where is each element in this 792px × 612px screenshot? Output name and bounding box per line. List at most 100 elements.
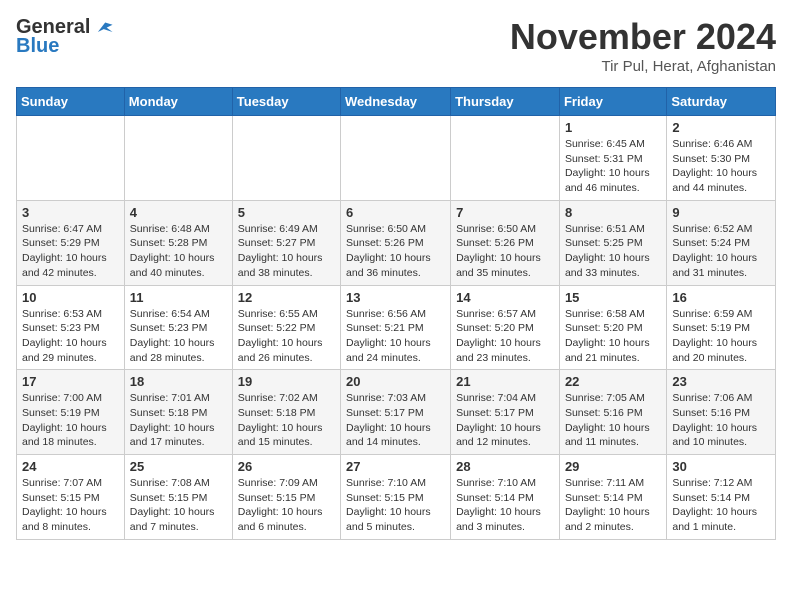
day-info: Sunrise: 7:02 AM Sunset: 5:18 PM Dayligh… xyxy=(238,391,335,450)
day-cell: 16Sunrise: 6:59 AM Sunset: 5:19 PM Dayli… xyxy=(667,285,776,370)
day-number: 30 xyxy=(672,459,770,474)
day-cell: 29 Sunrise: 7:11 AM Sunset: 5:14 PM Dayli… xyxy=(559,455,666,540)
day-number: 11 xyxy=(130,290,227,305)
day-cell xyxy=(17,116,125,201)
weekday-header-monday: Monday xyxy=(124,88,232,116)
day-number: 17 xyxy=(22,374,119,389)
day-number: 22 xyxy=(565,374,661,389)
day-cell: 12 Sunrise: 6:55 AM Sunset: 5:22 PM Dayli… xyxy=(232,285,340,370)
day-cell: 17 Sunrise: 7:00 AM Sunset: 5:19 PM Dayli… xyxy=(17,370,125,455)
month-title: November 2024 xyxy=(510,16,776,58)
day-info: Sunrise: 7:10 AM Sunset: 5:14 PM Dayligh… xyxy=(456,476,554,535)
day-cell: 18 Sunrise: 7:01 AM Sunset: 5:18 PM Dayli… xyxy=(124,370,232,455)
day-cell: 4 Sunrise: 6:48 AM Sunset: 5:28 PM Daylig… xyxy=(124,200,232,285)
day-cell: 8 Sunrise: 6:51 AM Sunset: 5:25 PM Daylig… xyxy=(559,200,666,285)
day-info: Sunrise: 6:58 AM Sunset: 5:20 PM Dayligh… xyxy=(565,307,661,366)
day-info: Sunrise: 7:04 AM Sunset: 5:17 PM Dayligh… xyxy=(456,391,554,450)
weekday-header-friday: Friday xyxy=(559,88,666,116)
day-cell: 24 Sunrise: 7:07 AM Sunset: 5:15 PM Dayli… xyxy=(17,455,125,540)
day-cell: 13 Sunrise: 6:56 AM Sunset: 5:21 PM Dayli… xyxy=(341,285,451,370)
weekday-header-tuesday: Tuesday xyxy=(232,88,340,116)
day-number: 7 xyxy=(456,205,554,220)
day-number: 13 xyxy=(346,290,445,305)
day-cell: 25 Sunrise: 7:08 AM Sunset: 5:15 PM Dayli… xyxy=(124,455,232,540)
day-cell: 26 Sunrise: 7:09 AM Sunset: 5:15 PM Dayli… xyxy=(232,455,340,540)
calendar-table: SundayMondayTuesdayWednesdayThursdayFrid… xyxy=(16,87,776,540)
day-info: Sunrise: 6:53 AM Sunset: 5:23 PM Dayligh… xyxy=(22,307,119,366)
day-info: Sunrise: 6:51 AM Sunset: 5:25 PM Dayligh… xyxy=(565,222,661,281)
day-number: 28 xyxy=(456,459,554,474)
day-number: 1 xyxy=(565,120,661,135)
day-number: 14 xyxy=(456,290,554,305)
day-number: 9 xyxy=(672,205,770,220)
day-cell: 9 Sunrise: 6:52 AM Sunset: 5:24 PM Daylig… xyxy=(667,200,776,285)
day-number: 12 xyxy=(238,290,335,305)
day-info: Sunrise: 6:49 AM Sunset: 5:27 PM Dayligh… xyxy=(238,222,335,281)
day-info: Sunrise: 6:47 AM Sunset: 5:29 PM Dayligh… xyxy=(22,222,119,281)
day-info: Sunrise: 7:00 AM Sunset: 5:19 PM Dayligh… xyxy=(22,391,119,450)
day-number: 3 xyxy=(22,205,119,220)
day-cell: 3 Sunrise: 6:47 AM Sunset: 5:29 PM Daylig… xyxy=(17,200,125,285)
day-cell xyxy=(232,116,340,201)
day-cell xyxy=(451,116,560,201)
day-cell: 19 Sunrise: 7:02 AM Sunset: 5:18 PM Dayli… xyxy=(232,370,340,455)
day-cell: 1 Sunrise: 6:45 AM Sunset: 5:31 PM Daylig… xyxy=(559,116,666,201)
day-cell: 23 Sunrise: 7:06 AM Sunset: 5:16 PM Dayli… xyxy=(667,370,776,455)
day-number: 21 xyxy=(456,374,554,389)
weekday-header-sunday: Sunday xyxy=(17,88,125,116)
day-number: 25 xyxy=(130,459,227,474)
day-number: 26 xyxy=(238,459,335,474)
day-number: 8 xyxy=(565,205,661,220)
day-cell: 6 Sunrise: 6:50 AM Sunset: 5:26 PM Daylig… xyxy=(341,200,451,285)
day-number: 16 xyxy=(672,290,770,305)
day-info: Sunrise: 7:06 AM Sunset: 5:16 PM Dayligh… xyxy=(672,391,770,450)
day-cell: 7 Sunrise: 6:50 AM Sunset: 5:26 PM Daylig… xyxy=(451,200,560,285)
day-number: 24 xyxy=(22,459,119,474)
day-info: Sunrise: 6:45 AM Sunset: 5:31 PM Dayligh… xyxy=(565,137,661,196)
day-number: 23 xyxy=(672,374,770,389)
day-info: Sunrise: 6:48 AM Sunset: 5:28 PM Dayligh… xyxy=(130,222,227,281)
day-number: 10 xyxy=(22,290,119,305)
day-cell: 2Sunrise: 6:46 AM Sunset: 5:30 PM Daylig… xyxy=(667,116,776,201)
day-info: Sunrise: 7:08 AM Sunset: 5:15 PM Dayligh… xyxy=(130,476,227,535)
day-info: Sunrise: 6:50 AM Sunset: 5:26 PM Dayligh… xyxy=(456,222,554,281)
day-number: 6 xyxy=(346,205,445,220)
day-cell xyxy=(124,116,232,201)
logo: General Blue xyxy=(16,16,114,58)
day-info: Sunrise: 7:05 AM Sunset: 5:16 PM Dayligh… xyxy=(565,391,661,450)
day-info: Sunrise: 6:57 AM Sunset: 5:20 PM Dayligh… xyxy=(456,307,554,366)
day-number: 15 xyxy=(565,290,661,305)
day-info: Sunrise: 7:09 AM Sunset: 5:15 PM Dayligh… xyxy=(238,476,335,535)
logo-bird-icon xyxy=(92,17,114,39)
day-cell: 10 Sunrise: 6:53 AM Sunset: 5:23 PM Dayli… xyxy=(17,285,125,370)
day-info: Sunrise: 6:55 AM Sunset: 5:22 PM Dayligh… xyxy=(238,307,335,366)
day-number: 29 xyxy=(565,459,661,474)
day-info: Sunrise: 7:01 AM Sunset: 5:18 PM Dayligh… xyxy=(130,391,227,450)
page-header: General Blue November 2024 Tir Pul, Hera… xyxy=(16,16,776,75)
week-row-3: 10 Sunrise: 6:53 AM Sunset: 5:23 PM Dayli… xyxy=(17,285,776,370)
day-cell: 28 Sunrise: 7:10 AM Sunset: 5:14 PM Dayli… xyxy=(451,455,560,540)
day-number: 18 xyxy=(130,374,227,389)
weekday-header-wednesday: Wednesday xyxy=(341,88,451,116)
day-info: Sunrise: 6:56 AM Sunset: 5:21 PM Dayligh… xyxy=(346,307,445,366)
day-number: 2 xyxy=(672,120,770,135)
day-cell: 30 Sunrise: 7:12 AM Sunset: 5:14 PM Dayli… xyxy=(667,455,776,540)
day-info: Sunrise: 7:07 AM Sunset: 5:15 PM Dayligh… xyxy=(22,476,119,535)
weekday-header-thursday: Thursday xyxy=(451,88,560,116)
day-cell xyxy=(341,116,451,201)
day-info: Sunrise: 7:11 AM Sunset: 5:14 PM Dayligh… xyxy=(565,476,661,535)
day-info: Sunrise: 6:52 AM Sunset: 5:24 PM Dayligh… xyxy=(672,222,770,281)
week-row-1: 1 Sunrise: 6:45 AM Sunset: 5:31 PM Daylig… xyxy=(17,116,776,201)
day-info: Sunrise: 7:03 AM Sunset: 5:17 PM Dayligh… xyxy=(346,391,445,450)
day-number: 19 xyxy=(238,374,335,389)
weekday-header-saturday: Saturday xyxy=(667,88,776,116)
day-info: Sunrise: 7:10 AM Sunset: 5:15 PM Dayligh… xyxy=(346,476,445,535)
day-cell: 22 Sunrise: 7:05 AM Sunset: 5:16 PM Dayli… xyxy=(559,370,666,455)
day-number: 4 xyxy=(130,205,227,220)
weekday-header-row: SundayMondayTuesdayWednesdayThursdayFrid… xyxy=(17,88,776,116)
title-area: November 2024 Tir Pul, Herat, Afghanista… xyxy=(510,16,776,75)
day-info: Sunrise: 7:12 AM Sunset: 5:14 PM Dayligh… xyxy=(672,476,770,535)
logo-blue-text: Blue xyxy=(16,35,59,58)
day-info: Sunrise: 6:50 AM Sunset: 5:26 PM Dayligh… xyxy=(346,222,445,281)
week-row-4: 17 Sunrise: 7:00 AM Sunset: 5:19 PM Dayli… xyxy=(17,370,776,455)
